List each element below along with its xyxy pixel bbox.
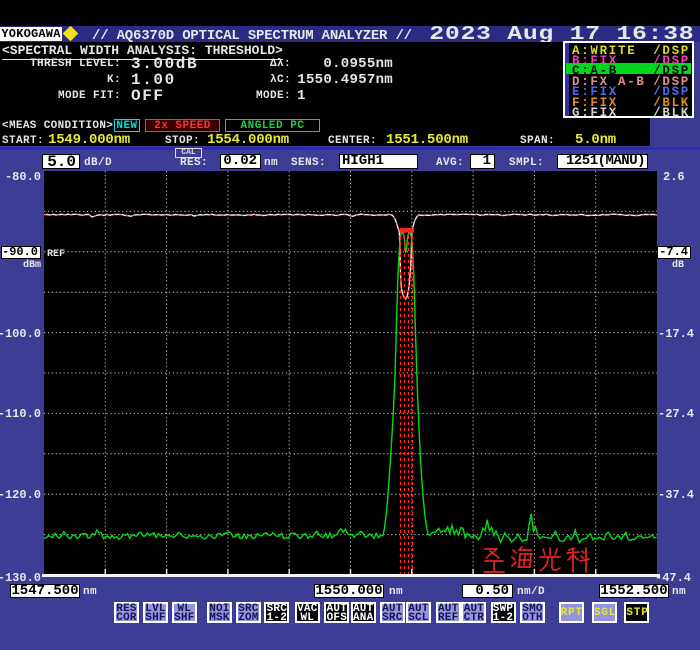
- svg-text:REF: REF: [47, 249, 65, 260]
